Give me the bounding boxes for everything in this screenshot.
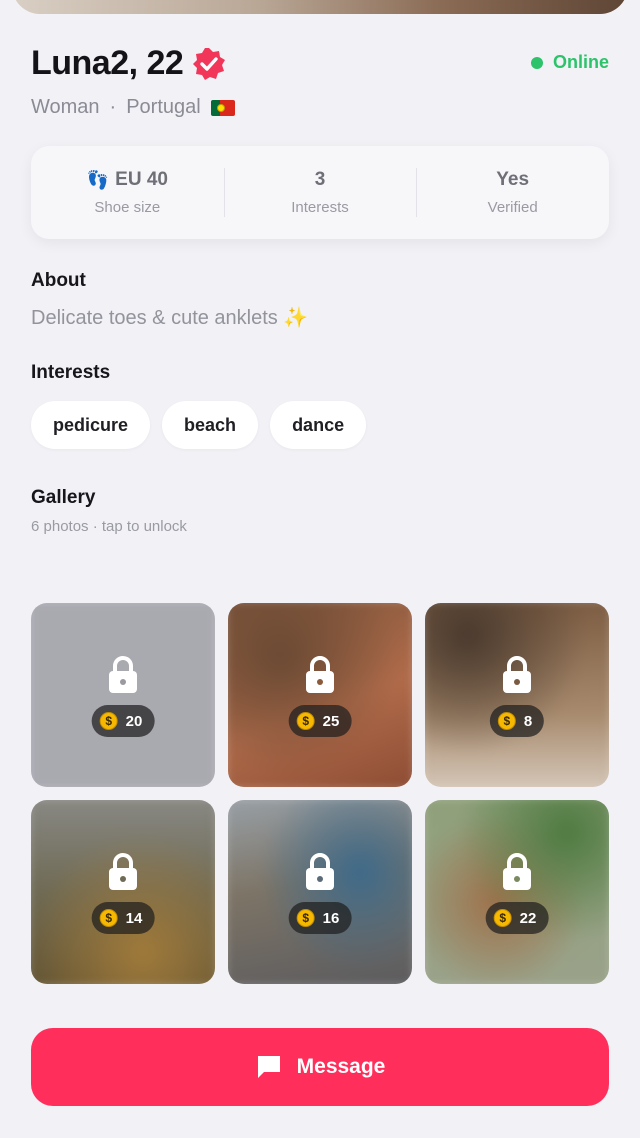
profile-subline: Woman · Portugal — [31, 96, 235, 119]
profile-photo-header — [0, 0, 640, 14]
lock-icon — [503, 853, 531, 890]
unlock-price-badge: $25 — [288, 705, 352, 737]
interest-chip-beach[interactable]: beach — [162, 401, 259, 449]
lock-icon — [109, 656, 137, 693]
about-title: About — [31, 270, 86, 291]
stat-verified: Yes Verified — [416, 146, 609, 239]
lock-icon — [306, 853, 334, 890]
stat-label: Shoe size — [94, 199, 161, 216]
stat-shoe-size: 👣 EU 40 Shoe size — [31, 146, 224, 239]
separator-dot: · — [109, 96, 117, 118]
interest-chip-pedicure[interactable]: pedicure — [31, 401, 151, 449]
coin-icon: $ — [296, 909, 315, 927]
online-status: Online — [530, 52, 609, 73]
locked-photo-2[interactable]: $25 — [228, 603, 412, 787]
online-label: Online — [552, 52, 609, 72]
gallery-title: Gallery — [31, 487, 96, 508]
stat-label: Interests — [291, 199, 349, 216]
stat-label: Verified — [487, 199, 538, 216]
lock-icon — [306, 656, 334, 693]
gallery-grid: $20 $25 $8 $14 $16 $22 — [31, 603, 609, 984]
message-button[interactable]: Message — [31, 1028, 609, 1106]
coin-icon: $ — [296, 712, 315, 730]
stats-card: 👣 EU 40 Shoe size 3 Interests Yes Verifie… — [31, 146, 609, 239]
coin-icon: $ — [99, 712, 118, 730]
portugal-flag-icon — [210, 99, 235, 116]
coin-icon: $ — [497, 712, 516, 730]
profile-name: Luna2, 22 — [31, 44, 184, 82]
stat-value: Yes — [496, 169, 530, 190]
gallery-subtitle: 6 photos · tap to unlock — [31, 518, 187, 535]
profile-header: Luna2, 22 Online — [31, 40, 609, 90]
unlock-price-badge: $14 — [91, 902, 155, 934]
stat-value: EU 40 — [115, 169, 168, 190]
unlock-price-badge: $16 — [288, 902, 352, 934]
lock-icon — [109, 853, 137, 890]
unlock-price-badge: $20 — [91, 705, 155, 737]
locked-photo-6[interactable]: $22 — [425, 800, 609, 984]
stat-interests: 3 Interests — [223, 146, 417, 239]
lock-icon — [503, 656, 531, 693]
locked-photo-4[interactable]: $14 — [31, 800, 215, 984]
coin-icon: $ — [99, 909, 118, 927]
stat-value: 3 — [314, 169, 326, 190]
country-label: Portugal — [126, 96, 201, 118]
locked-photo-1[interactable]: $20 — [31, 603, 215, 787]
locked-photo-5[interactable]: $16 — [228, 800, 412, 984]
interest-chip-dance[interactable]: dance — [270, 401, 367, 449]
verified-badge-icon — [193, 48, 225, 80]
about-text: Delicate toes & cute anklets ✨ — [31, 307, 309, 329]
unlock-price-badge: $8 — [489, 705, 545, 737]
interest-chips: pedicure beach dance — [31, 401, 367, 449]
chat-bubble-icon — [257, 1056, 280, 1078]
locked-photo-3[interactable]: $8 — [425, 603, 609, 787]
interests-title: Interests — [31, 362, 111, 383]
unlock-price-badge: $22 — [485, 902, 549, 934]
feet-icon: 👣 — [86, 169, 110, 190]
online-dot-icon — [530, 56, 543, 69]
gender-label: Woman — [31, 96, 100, 118]
message-button-label: Message — [296, 1055, 386, 1078]
coin-icon: $ — [493, 909, 512, 927]
